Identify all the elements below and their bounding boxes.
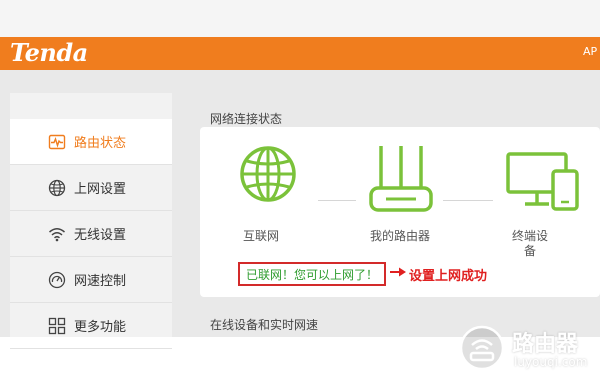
speedometer-icon: [48, 271, 66, 289]
sidebar-item-internet-settings[interactable]: 上网设置: [10, 165, 172, 211]
status-text: 已联网！您可以上网了！: [245, 267, 378, 282]
router-icon[interactable]: [366, 142, 436, 214]
tenda-logo[interactable]: Tenda: [10, 38, 88, 67]
sidebar-item-label: 上网设置: [74, 182, 127, 197]
terminal-devices-icon[interactable]: [505, 151, 581, 213]
header-right-text[interactable]: AP: [583, 45, 597, 58]
grid-icon: [48, 317, 66, 335]
sidebar-item-wireless-settings[interactable]: 无线设置: [10, 211, 172, 257]
sidebar-item-more-functions[interactable]: 更多功能: [10, 303, 172, 349]
top-gap: [0, 0, 600, 37]
sidebar-item-speed-control[interactable]: 网速控制: [10, 257, 172, 303]
sidebar: 路由状态 上网设置 无线设置 网速控制 更多功能: [10, 93, 172, 349]
header-bar: Tenda AP: [0, 37, 600, 70]
internet-globe-icon[interactable]: [238, 144, 298, 204]
online-devices-title: 在线设备和实时网速: [210, 318, 319, 332]
watermark-text: 路由器: [512, 332, 579, 357]
connection-line: [443, 200, 493, 201]
sidebar-item-label: 更多功能: [74, 320, 127, 335]
terminal-label-line2: 备: [524, 244, 537, 258]
router-label: 我的路由器: [370, 229, 431, 243]
sidebar-item-router-status[interactable]: 路由状态: [10, 119, 172, 165]
watermark-router-icon: [459, 325, 505, 371]
connection-status-message: 已联网！您可以上网了！: [238, 262, 386, 286]
wifi-icon: [49, 228, 65, 242]
internet-label: 互联网: [243, 229, 280, 243]
setup-success-annotation: 设置上网成功: [409, 269, 488, 284]
sidebar-item-label: 路由状态: [74, 136, 127, 151]
arrow-right-icon: [390, 267, 406, 277]
network-status-title: 网络连接状态: [210, 112, 283, 126]
watermark-url: luyouqi.com: [514, 355, 588, 369]
connection-line: [318, 200, 356, 201]
sidebar-item-label: 网速控制: [74, 274, 127, 289]
globe-icon: [48, 179, 66, 197]
pulse-icon: [48, 134, 66, 150]
sidebar-item-label: 无线设置: [74, 228, 127, 243]
